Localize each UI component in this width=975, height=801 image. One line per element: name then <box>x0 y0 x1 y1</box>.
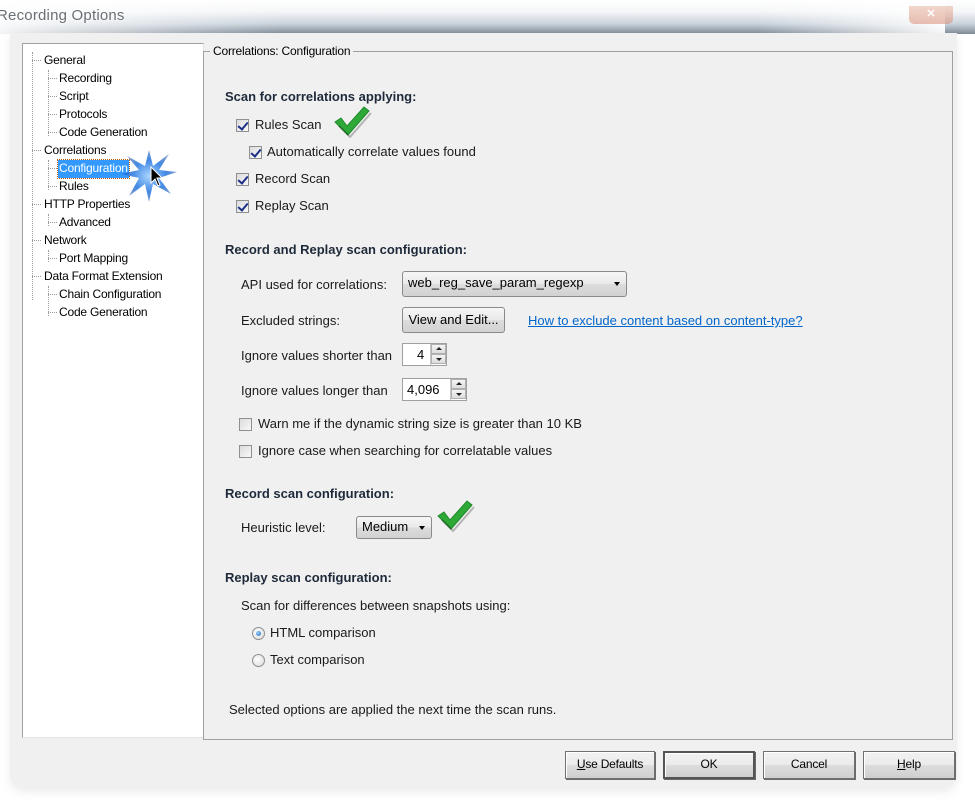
close-button[interactable]: ✕ <box>909 6 953 24</box>
tree-connector <box>48 186 57 187</box>
ignore-longer-value[interactable]: 4,096 <box>407 382 440 397</box>
correlations-configuration-group: Correlations: Configuration Scan for cor… <box>203 44 953 740</box>
tree-connector <box>48 132 57 133</box>
rules-scan-label[interactable]: Rules Scan <box>255 117 321 132</box>
replay-scan-heading: Replay scan configuration: <box>225 570 392 585</box>
spinner-buttons <box>430 344 446 365</box>
scan-heading: Scan for correlations applying: <box>225 89 417 104</box>
tree-connector <box>48 114 57 115</box>
tree-connector <box>48 250 49 262</box>
tree-connector <box>32 276 41 277</box>
text-comparison-label[interactable]: Text comparison <box>270 652 365 667</box>
use-defaults-label: se Defaults <box>585 757 644 771</box>
cancel-button[interactable]: Cancel <box>763 751 855 779</box>
ignore-case-checkbox[interactable] <box>239 445 252 458</box>
tree-item-chain-configuration[interactable]: Chain Configuration <box>58 286 162 304</box>
close-icon: ✕ <box>926 8 936 20</box>
tree-connector <box>48 78 57 79</box>
use-defaults-button[interactable]: Use Defaults <box>565 751 655 779</box>
record-replay-heading: Record and Replay scan configuration: <box>225 242 467 257</box>
tree-item-correlations[interactable]: Correlations <box>43 142 107 160</box>
excluded-strings-label: Excluded strings: <box>241 313 340 328</box>
record-scan-heading: Record scan configuration: <box>225 486 395 501</box>
tree-connector <box>32 240 41 241</box>
tree-item-port-mapping[interactable]: Port Mapping <box>58 250 129 268</box>
tree-item-advanced[interactable]: Advanced <box>58 214 112 232</box>
help-button[interactable]: Help <box>863 751 955 779</box>
tree-connector <box>48 258 57 259</box>
record-scan-label[interactable]: Record Scan <box>255 171 330 186</box>
heuristic-level-dropdown[interactable]: Medium <box>356 516 432 539</box>
group-title: Correlations: Configuration <box>210 44 354 58</box>
spin-up-icon[interactable] <box>451 379 466 389</box>
ignore-longer-label: Ignore values longer than <box>241 383 388 398</box>
tree-item-data-format-extension[interactable]: Data Format Extension <box>43 268 164 286</box>
replay-scan-checkbox[interactable] <box>236 200 249 213</box>
ignore-shorter-spinner[interactable]: 4 <box>402 343 447 366</box>
tree-connector <box>32 60 41 61</box>
chevron-down-icon <box>614 282 620 286</box>
apply-note: Selected options are applied the next ti… <box>229 702 557 717</box>
differences-label: Scan for differences between snapshots u… <box>241 598 511 613</box>
spin-down-icon[interactable] <box>451 389 466 399</box>
auto-correlate-label[interactable]: Automatically correlate values found <box>267 144 476 159</box>
tree-connector <box>48 168 57 169</box>
tree-connector <box>48 70 49 136</box>
tree-connector <box>32 52 33 300</box>
tree-connector <box>32 150 41 151</box>
ignore-case-label[interactable]: Ignore case when searching for correlata… <box>258 443 552 458</box>
help-label: elp <box>905 757 922 771</box>
tree-item-general[interactable]: General <box>43 52 86 70</box>
tree-item-recording[interactable]: Recording <box>58 70 113 88</box>
tree-connector <box>48 222 57 223</box>
html-comparison-radio[interactable] <box>252 627 265 640</box>
api-dropdown-value: web_reg_save_param_regexp <box>408 275 584 290</box>
tree-connector <box>48 214 49 226</box>
tree-item-code-generation[interactable]: Code Generation <box>58 124 148 142</box>
html-comparison-label[interactable]: HTML comparison <box>270 625 376 640</box>
warn-dynamic-size-label[interactable]: Warn me if the dynamic string size is gr… <box>258 416 582 431</box>
recording-options-dialog: General Recording Script Protocols Code … <box>10 33 957 788</box>
tree-connector <box>48 96 57 97</box>
heuristic-level-value: Medium <box>362 519 409 534</box>
spin-down-icon[interactable] <box>431 354 446 364</box>
title-bar: Recording Options ✕ <box>0 0 975 34</box>
tree-connector <box>48 312 57 313</box>
help-mnemonic: H <box>897 757 906 771</box>
api-dropdown[interactable]: web_reg_save_param_regexp <box>402 271 627 297</box>
click-burst-icon <box>121 150 177 202</box>
record-scan-checkbox[interactable] <box>236 173 249 186</box>
tree-item-network[interactable]: Network <box>43 232 88 250</box>
tree-item-protocols[interactable]: Protocols <box>58 106 108 124</box>
chevron-down-icon <box>419 526 425 530</box>
warn-dynamic-size-checkbox[interactable] <box>239 418 252 431</box>
tree-item-http-properties[interactable]: HTTP Properties <box>43 196 131 214</box>
mouse-cursor-icon <box>150 166 164 187</box>
window-title: Recording Options <box>0 7 125 24</box>
ok-button[interactable]: OK <box>663 751 755 779</box>
tree-item-script[interactable]: Script <box>58 88 89 106</box>
auto-correlate-checkbox[interactable] <box>249 146 262 159</box>
spinner-buttons <box>450 379 466 400</box>
api-label: API used for correlations: <box>241 277 387 292</box>
replay-scan-label[interactable]: Replay Scan <box>255 198 329 213</box>
text-comparison-radio[interactable] <box>252 654 265 667</box>
heuristic-level-label: Heuristic level: <box>241 520 326 535</box>
spin-up-icon[interactable] <box>431 344 446 354</box>
tree-item-code-generation-2[interactable]: Code Generation <box>58 304 148 322</box>
ignore-shorter-value[interactable]: 4 <box>417 347 424 362</box>
view-and-edit-button[interactable]: View and Edit... <box>402 307 505 333</box>
tree-item-rules[interactable]: Rules <box>58 178 90 196</box>
exclude-content-help-link[interactable]: How to exclude content based on content-… <box>528 313 803 328</box>
tree-connector <box>48 294 57 295</box>
tree-connector <box>32 204 41 205</box>
green-checkmark-icon <box>437 500 475 532</box>
green-checkmark-icon <box>334 106 372 138</box>
ignore-longer-spinner[interactable]: 4,096 <box>402 378 467 401</box>
options-tree[interactable]: General Recording Script Protocols Code … <box>22 43 204 738</box>
rules-scan-checkbox[interactable] <box>236 119 249 132</box>
ignore-shorter-label: Ignore values shorter than <box>241 348 393 363</box>
